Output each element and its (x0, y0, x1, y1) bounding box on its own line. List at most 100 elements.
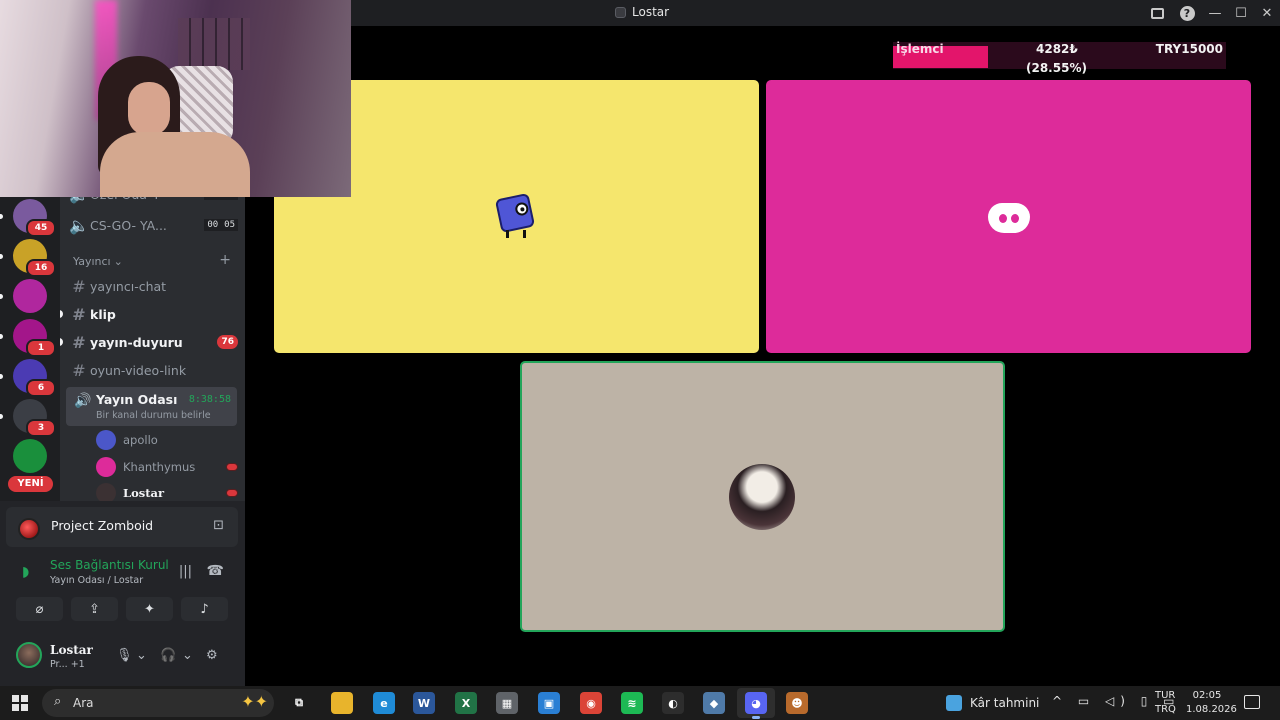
game-icon[interactable]: ☻ (786, 692, 808, 714)
microphone-icon[interactable]: 🎙 (116, 648, 133, 663)
app-icon (615, 6, 626, 18)
channel-name: CS-GO- YA... (90, 217, 167, 233)
mention-badge: 3 (26, 419, 56, 437)
task-view-icon[interactable]: ⧉ (288, 692, 310, 714)
windows-start-icon[interactable] (12, 695, 28, 711)
webcam-overlay (0, 0, 351, 197)
obs-icon[interactable]: ◐ (662, 692, 684, 714)
avatar (96, 430, 116, 450)
app-icon[interactable]: ◆ (703, 692, 725, 714)
mascot-avatar (494, 192, 536, 240)
edge-icon[interactable]: e (373, 692, 395, 714)
category-header[interactable]: Yayıncı ⌄ + (73, 253, 231, 268)
video-tile-lostar[interactable] (520, 361, 1005, 632)
spotify-icon[interactable]: ≋ (621, 692, 643, 714)
taskbar-search[interactable]: ⌕ Ara ✦✦ (42, 689, 274, 717)
avatar (96, 457, 116, 477)
user-panel: Project Zomboid ⊡ ◗ Ses Bağlantısı Kurul… (0, 501, 245, 686)
discord-icon[interactable]: ◕ (745, 692, 767, 719)
video-tile-khanthymus[interactable] (766, 80, 1251, 353)
channel-name: klip (90, 306, 116, 322)
word-icon[interactable]: W (413, 692, 435, 714)
titlebar-controls: ? — ☐ ✕ (1142, 0, 1280, 26)
lang-top: TUR (1155, 690, 1176, 701)
mention-badge: 1 (26, 339, 56, 357)
username[interactable]: Lostar (50, 643, 93, 657)
weather-icon (946, 695, 962, 711)
unread-indicator (0, 254, 3, 259)
soundboard-button[interactable]: ♪ (181, 597, 228, 621)
unread-indicator (60, 338, 63, 346)
chevron-down-icon[interactable]: ⌄ (136, 648, 147, 663)
channel-name: yayıncı-chat (90, 278, 167, 294)
unread-indicator (60, 310, 63, 318)
channel-name: yayın-duyuru (90, 334, 183, 350)
copilot-icon[interactable]: ✦✦ (241, 692, 268, 711)
mention-badge: 6 (26, 379, 56, 397)
voice-channel[interactable]: 🔈Özel Oda 40005 (68, 196, 238, 206)
avatar[interactable] (16, 642, 42, 668)
voice-user[interactable]: Lostar (96, 481, 238, 501)
user-info: Lostar Pr... +1 🎙 ⌄ 🎧 ⌄ ⚙ (6, 636, 238, 678)
speaker-icon: 🔊 (74, 393, 92, 409)
chrome-icon[interactable]: ◉ (580, 692, 602, 714)
inbox-icon[interactable] (1142, 0, 1172, 26)
text-channel[interactable]: # yayın-duyuru 76 (68, 330, 238, 354)
maximize-button[interactable]: ☐ (1228, 0, 1254, 26)
cpu-max: TRY15000 (1155, 42, 1223, 56)
chevron-down-icon[interactable]: ⌄ (182, 648, 193, 663)
live-icon (226, 463, 238, 471)
gear-icon[interactable]: ⚙ (206, 648, 218, 663)
voice-user[interactable]: apollo (96, 428, 238, 452)
text-channel[interactable]: # oyun-video-link (68, 358, 238, 382)
voice-user-name: Khanthymus (123, 460, 196, 474)
user-limit: 0005 (204, 219, 238, 231)
channel-name: oyun-video-link (90, 362, 187, 378)
screen-share-button[interactable]: ⇪ (71, 597, 118, 621)
voice-channel[interactable]: 🔈 CS-GO- YA... 00 05 (68, 213, 238, 237)
voice-actions: ⌀ ⇪ ✦ ♪ (16, 597, 228, 621)
speaker-icon: 🔈 (69, 215, 89, 235)
headphones-icon[interactable]: 🎧 (160, 648, 176, 663)
weather-text: Kâr tahmini (970, 696, 1040, 710)
camera-off-button[interactable]: ⌀ (16, 597, 63, 621)
connection-subtitle[interactable]: Yayın Odası / Lostar (50, 575, 143, 586)
voice-user-name: Lostar (123, 486, 165, 500)
hash-icon: # (72, 332, 86, 352)
user-status: Pr... +1 (50, 659, 85, 670)
activities-button[interactable]: ✦ (126, 597, 173, 621)
clock[interactable]: 02:05 1.08.2026 (1186, 689, 1237, 717)
voice-status[interactable]: Bir kanal durumu belirle (96, 410, 211, 421)
new-badge[interactable]: YENİ (8, 476, 53, 492)
speaker-icon: 🔈 (68, 196, 90, 204)
server-icon[interactable] (13, 279, 47, 313)
cpu-widget: İşlemci 4282₺ TRY15000 (28.55%) (893, 42, 1226, 75)
noise-suppression-icon[interactable]: ||| (179, 564, 192, 579)
mention-badge: 76 (217, 335, 238, 349)
store-icon[interactable]: ▣ (538, 692, 560, 714)
live-icon (226, 489, 238, 497)
window-title: Lostar (632, 5, 670, 19)
file-explorer-icon[interactable] (331, 692, 353, 714)
excel-icon[interactable]: X (455, 692, 477, 714)
weather-widget[interactable]: Kâr tahmini (946, 695, 1039, 711)
text-channel[interactable]: # yayıncı-chat (68, 274, 238, 298)
game-icon (18, 518, 40, 540)
minimize-button[interactable]: — (1202, 0, 1228, 26)
active-voice-channel[interactable]: 🔊 Yayın Odası 8:38:58 Bir kanal durumu b… (66, 387, 237, 426)
add-channel-icon[interactable]: + (219, 253, 231, 268)
text-channel[interactable]: # klip (68, 302, 238, 326)
voice-user[interactable]: Khanthymus (96, 455, 238, 479)
close-button[interactable]: ✕ (1254, 0, 1280, 26)
unread-indicator (0, 294, 3, 299)
stream-game-icon[interactable]: ⊡ (213, 518, 224, 533)
activity-card[interactable]: Project Zomboid ⊡ (6, 507, 238, 547)
help-icon[interactable]: ? (1172, 0, 1202, 26)
disconnect-icon[interactable]: ☎ (207, 563, 224, 579)
notification-icon[interactable] (1244, 695, 1260, 709)
channel-list: Yayıncı ⌄ + 🔊 Yayın Odası 8:38:58 Bir kan… (60, 196, 245, 501)
signal-icon[interactable]: ◗ (22, 564, 29, 580)
language-indicator[interactable]: TUR TRQ (1155, 689, 1176, 717)
calculator-icon[interactable]: ▦ (496, 692, 518, 714)
server-icon[interactable] (13, 439, 47, 473)
